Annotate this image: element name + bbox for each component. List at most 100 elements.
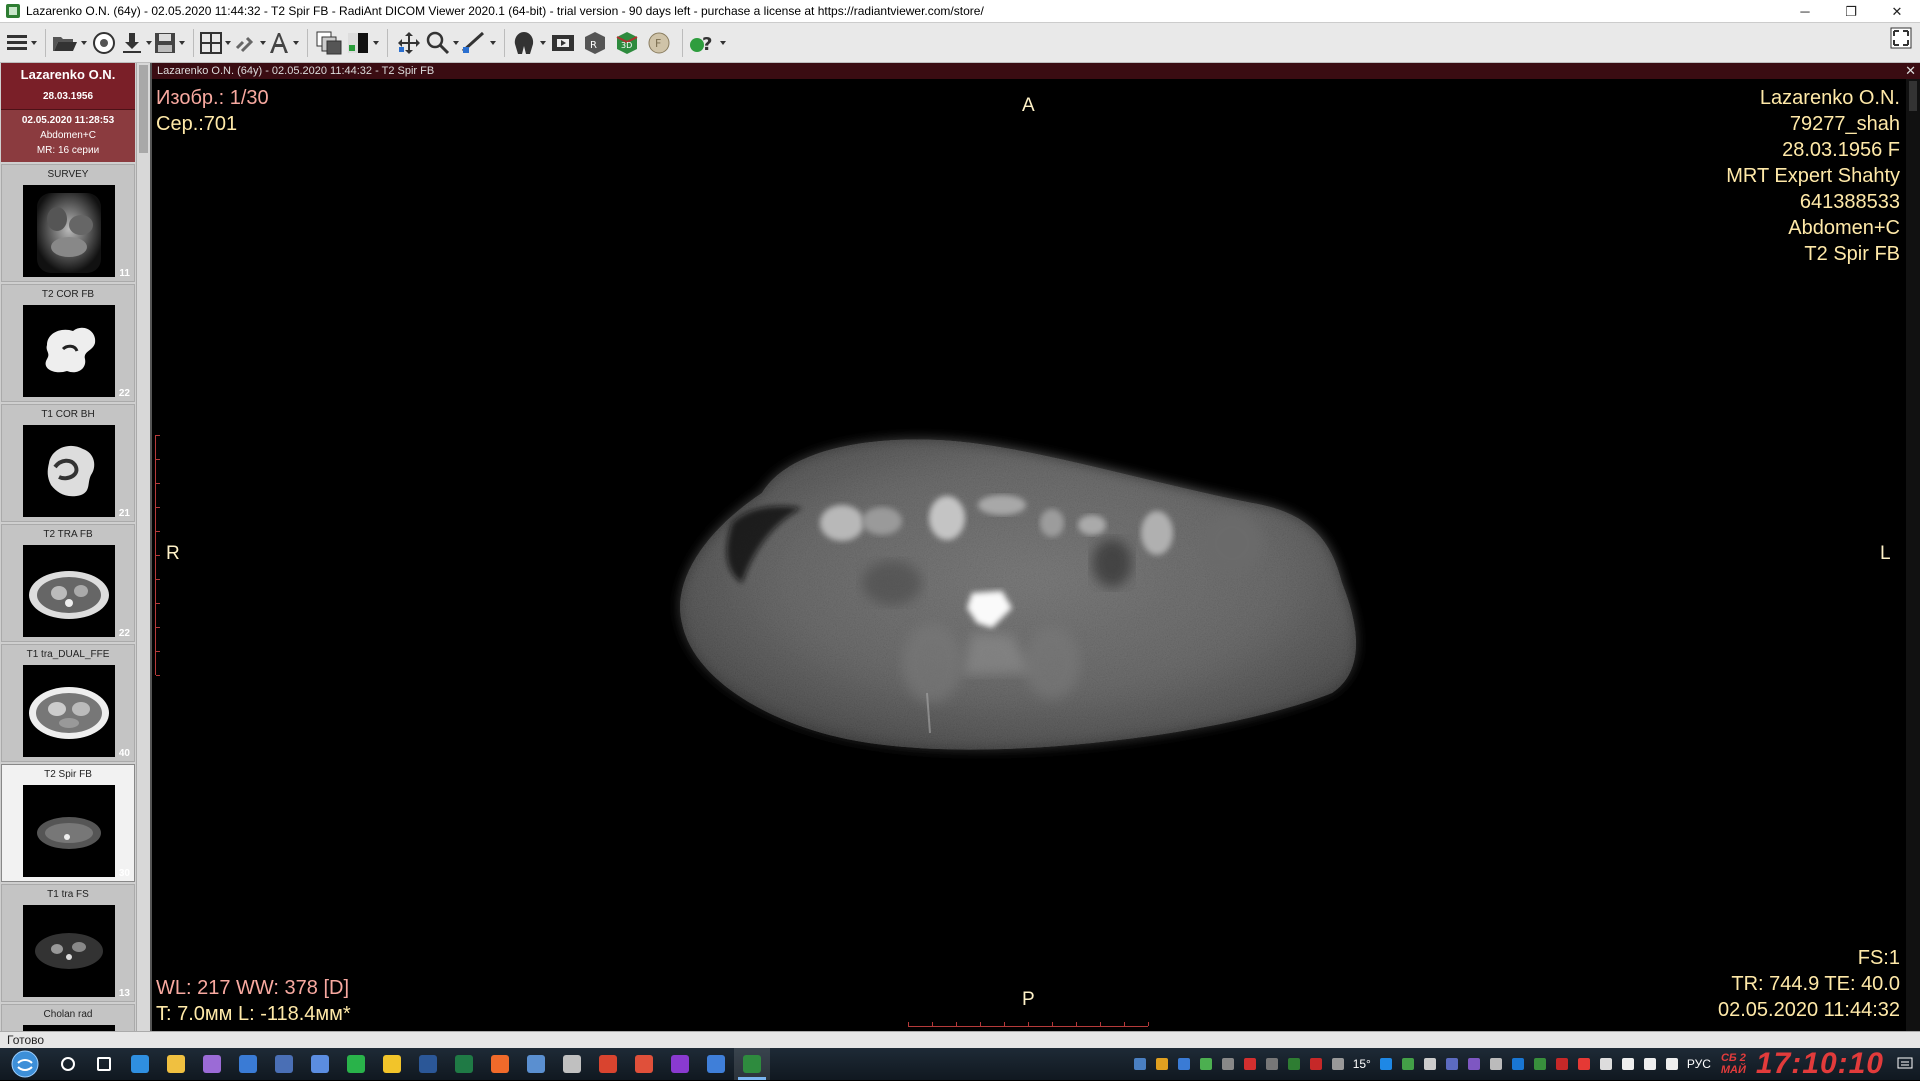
fusion-button[interactable]: F: [644, 26, 674, 60]
pan-button[interactable]: [394, 26, 424, 60]
series-item[interactable]: T2 TRA FB 22: [1, 524, 135, 642]
reconstruction-button[interactable]: R: [580, 26, 610, 60]
taskbar-edge-icon[interactable]: [122, 1048, 158, 1080]
series-item[interactable]: SURVEY 11: [1, 164, 135, 282]
taskbar-explorer-icon[interactable]: [158, 1048, 194, 1080]
taskbar-network-icon[interactable]: [518, 1048, 554, 1080]
tray-icon[interactable]: [1305, 1048, 1327, 1080]
taskbar-chrome-icon[interactable]: [590, 1048, 626, 1080]
series-image-count: 22: [118, 388, 130, 399]
tray-icon[interactable]: [1217, 1048, 1239, 1080]
3d-button[interactable]: 3D: [612, 26, 642, 60]
taskbar-radiant-icon[interactable]: [734, 1048, 770, 1080]
svg-text:R: R: [590, 40, 597, 51]
disc-icon: [93, 31, 115, 54]
series-item[interactable]: Cholan rad: [1, 1004, 135, 1031]
volume-icon[interactable]: [1639, 1048, 1661, 1080]
bluetooth-icon[interactable]: [1507, 1048, 1529, 1080]
taskbar-save-icon[interactable]: [266, 1048, 302, 1080]
battery-icon[interactable]: [1661, 1048, 1683, 1080]
vertical-scale-ruler: [155, 435, 160, 676]
menu-button[interactable]: [6, 26, 37, 60]
save-button[interactable]: [154, 26, 185, 60]
mpr-button[interactable]: [511, 26, 546, 60]
taskbar-search-icon[interactable]: [50, 1048, 86, 1080]
taskbar-tool-icon[interactable]: [626, 1048, 662, 1080]
clock-date[interactable]: СБ 2 МАЙ: [1715, 1052, 1752, 1076]
tray-signal-icon[interactable]: [1195, 1048, 1217, 1080]
open-folder-button[interactable]: [52, 26, 87, 60]
tray-icon[interactable]: [1573, 1048, 1595, 1080]
taskbar-firefox-icon[interactable]: [482, 1048, 518, 1080]
series-number: Сер.:701: [156, 113, 238, 135]
series-item[interactable]: T2 COR FB 22: [1, 284, 135, 402]
download-button[interactable]: [121, 26, 152, 60]
tray-icon[interactable]: [1463, 1048, 1485, 1080]
language-indicator[interactable]: РУС: [1683, 1057, 1715, 1071]
series-item-active[interactable]: T2 Spir FB 30: [1, 764, 135, 882]
tray-icon[interactable]: [1375, 1048, 1397, 1080]
minimize-button[interactable]: ─: [1782, 0, 1828, 23]
viewport-close-button[interactable]: ✕: [1905, 63, 1916, 79]
patient-info-overlay: Lazarenko O.N. 79277_shah 28.03.1956 F M…: [1726, 85, 1900, 267]
study-header[interactable]: 02.05.2020 11:28:53 Abdomen+C MR: 16 сер…: [1, 110, 135, 162]
annotation-text-button[interactable]: [268, 26, 299, 60]
tray-icon[interactable]: [1551, 1048, 1573, 1080]
series-item[interactable]: T1 COR BH 21: [1, 404, 135, 522]
tray-icon[interactable]: [1529, 1048, 1551, 1080]
tray-icon[interactable]: [1283, 1048, 1305, 1080]
taskbar-word-icon[interactable]: [410, 1048, 446, 1080]
taskbar-visual-studio-icon[interactable]: [194, 1048, 230, 1080]
taskbar-purple-app-icon[interactable]: [662, 1048, 698, 1080]
tray-icon[interactable]: [1419, 1048, 1441, 1080]
taskbar-app-blue-icon[interactable]: [698, 1048, 734, 1080]
series-panel-scrollbar[interactable]: [136, 63, 150, 1031]
series-image-count: 40: [118, 748, 130, 759]
fullscreen-button[interactable]: [1890, 27, 1912, 49]
tray-icon[interactable]: [1441, 1048, 1463, 1080]
notifications-icon[interactable]: [1890, 1048, 1920, 1080]
zoom-button[interactable]: [426, 26, 459, 60]
taskbar-notes-icon[interactable]: [374, 1048, 410, 1080]
series-item[interactable]: T1 tra_DUAL_FFE 40: [1, 644, 135, 762]
system-tray: 15° РУС СБ 2 МАЙ 17:10:10: [1129, 1047, 1920, 1081]
tray-icon[interactable]: [1173, 1048, 1195, 1080]
series-compare-button[interactable]: [314, 26, 344, 60]
taskbar-task-view-icon[interactable]: [86, 1048, 122, 1080]
app-icon: [6, 4, 20, 18]
patient-dob: 28.03.1956: [42, 91, 94, 102]
help-button[interactable]: ?: [689, 26, 726, 60]
tray-icon[interactable]: [1129, 1048, 1151, 1080]
taskbar-mail-icon[interactable]: [230, 1048, 266, 1080]
tray-icon[interactable]: [1595, 1048, 1617, 1080]
taskbar-browser-icon[interactable]: [302, 1048, 338, 1080]
magnifier-icon: [426, 31, 450, 54]
tray-icon[interactable]: [1397, 1048, 1419, 1080]
window-title: Lazarenko O.N. (64y) - 02.05.2020 11:44:…: [26, 4, 984, 18]
image-viewport[interactable]: Lazarenko O.N. (64y) - 02.05.2020 11:44:…: [150, 63, 1920, 1031]
maximize-button[interactable]: ❐: [1828, 0, 1874, 23]
series-item[interactable]: T1 tra FS 13: [1, 884, 135, 1002]
layout-button[interactable]: [200, 26, 231, 60]
tray-icon[interactable]: [1327, 1048, 1349, 1080]
orientation-left: R: [166, 543, 180, 564]
viewport-scrollbar[interactable]: [1906, 79, 1920, 1031]
cine-button[interactable]: [548, 26, 578, 60]
patient-header[interactable]: Lazarenko O.N. 28.03.1956: [1, 63, 135, 110]
measure-button[interactable]: [461, 26, 496, 60]
start-button[interactable]: [0, 1048, 50, 1080]
taskbar-green-app-icon[interactable]: [338, 1048, 374, 1080]
tray-icon[interactable]: [1485, 1048, 1507, 1080]
tray-icon[interactable]: [1239, 1048, 1261, 1080]
ruler-icon: [461, 31, 485, 53]
open-cd-button[interactable]: [89, 26, 119, 60]
taskbar-excel-icon[interactable]: [446, 1048, 482, 1080]
tray-search-icon[interactable]: [1151, 1048, 1173, 1080]
tray-icon[interactable]: [1261, 1048, 1283, 1080]
taskbar-media-icon[interactable]: [554, 1048, 590, 1080]
sync-button[interactable]: [233, 26, 266, 60]
wifi-icon[interactable]: [1617, 1048, 1639, 1080]
close-button[interactable]: ✕: [1874, 0, 1920, 23]
window-level-button[interactable]: [346, 26, 379, 60]
clock-time[interactable]: 17:10:10: [1752, 1047, 1890, 1081]
